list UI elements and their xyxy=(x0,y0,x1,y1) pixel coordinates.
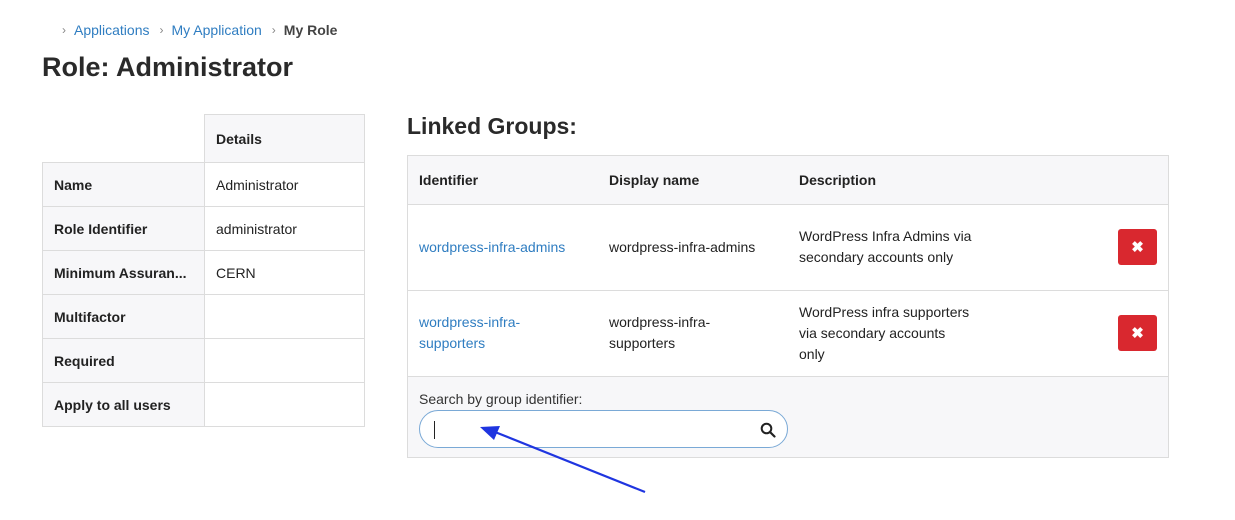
annotation-arrow xyxy=(480,426,646,494)
